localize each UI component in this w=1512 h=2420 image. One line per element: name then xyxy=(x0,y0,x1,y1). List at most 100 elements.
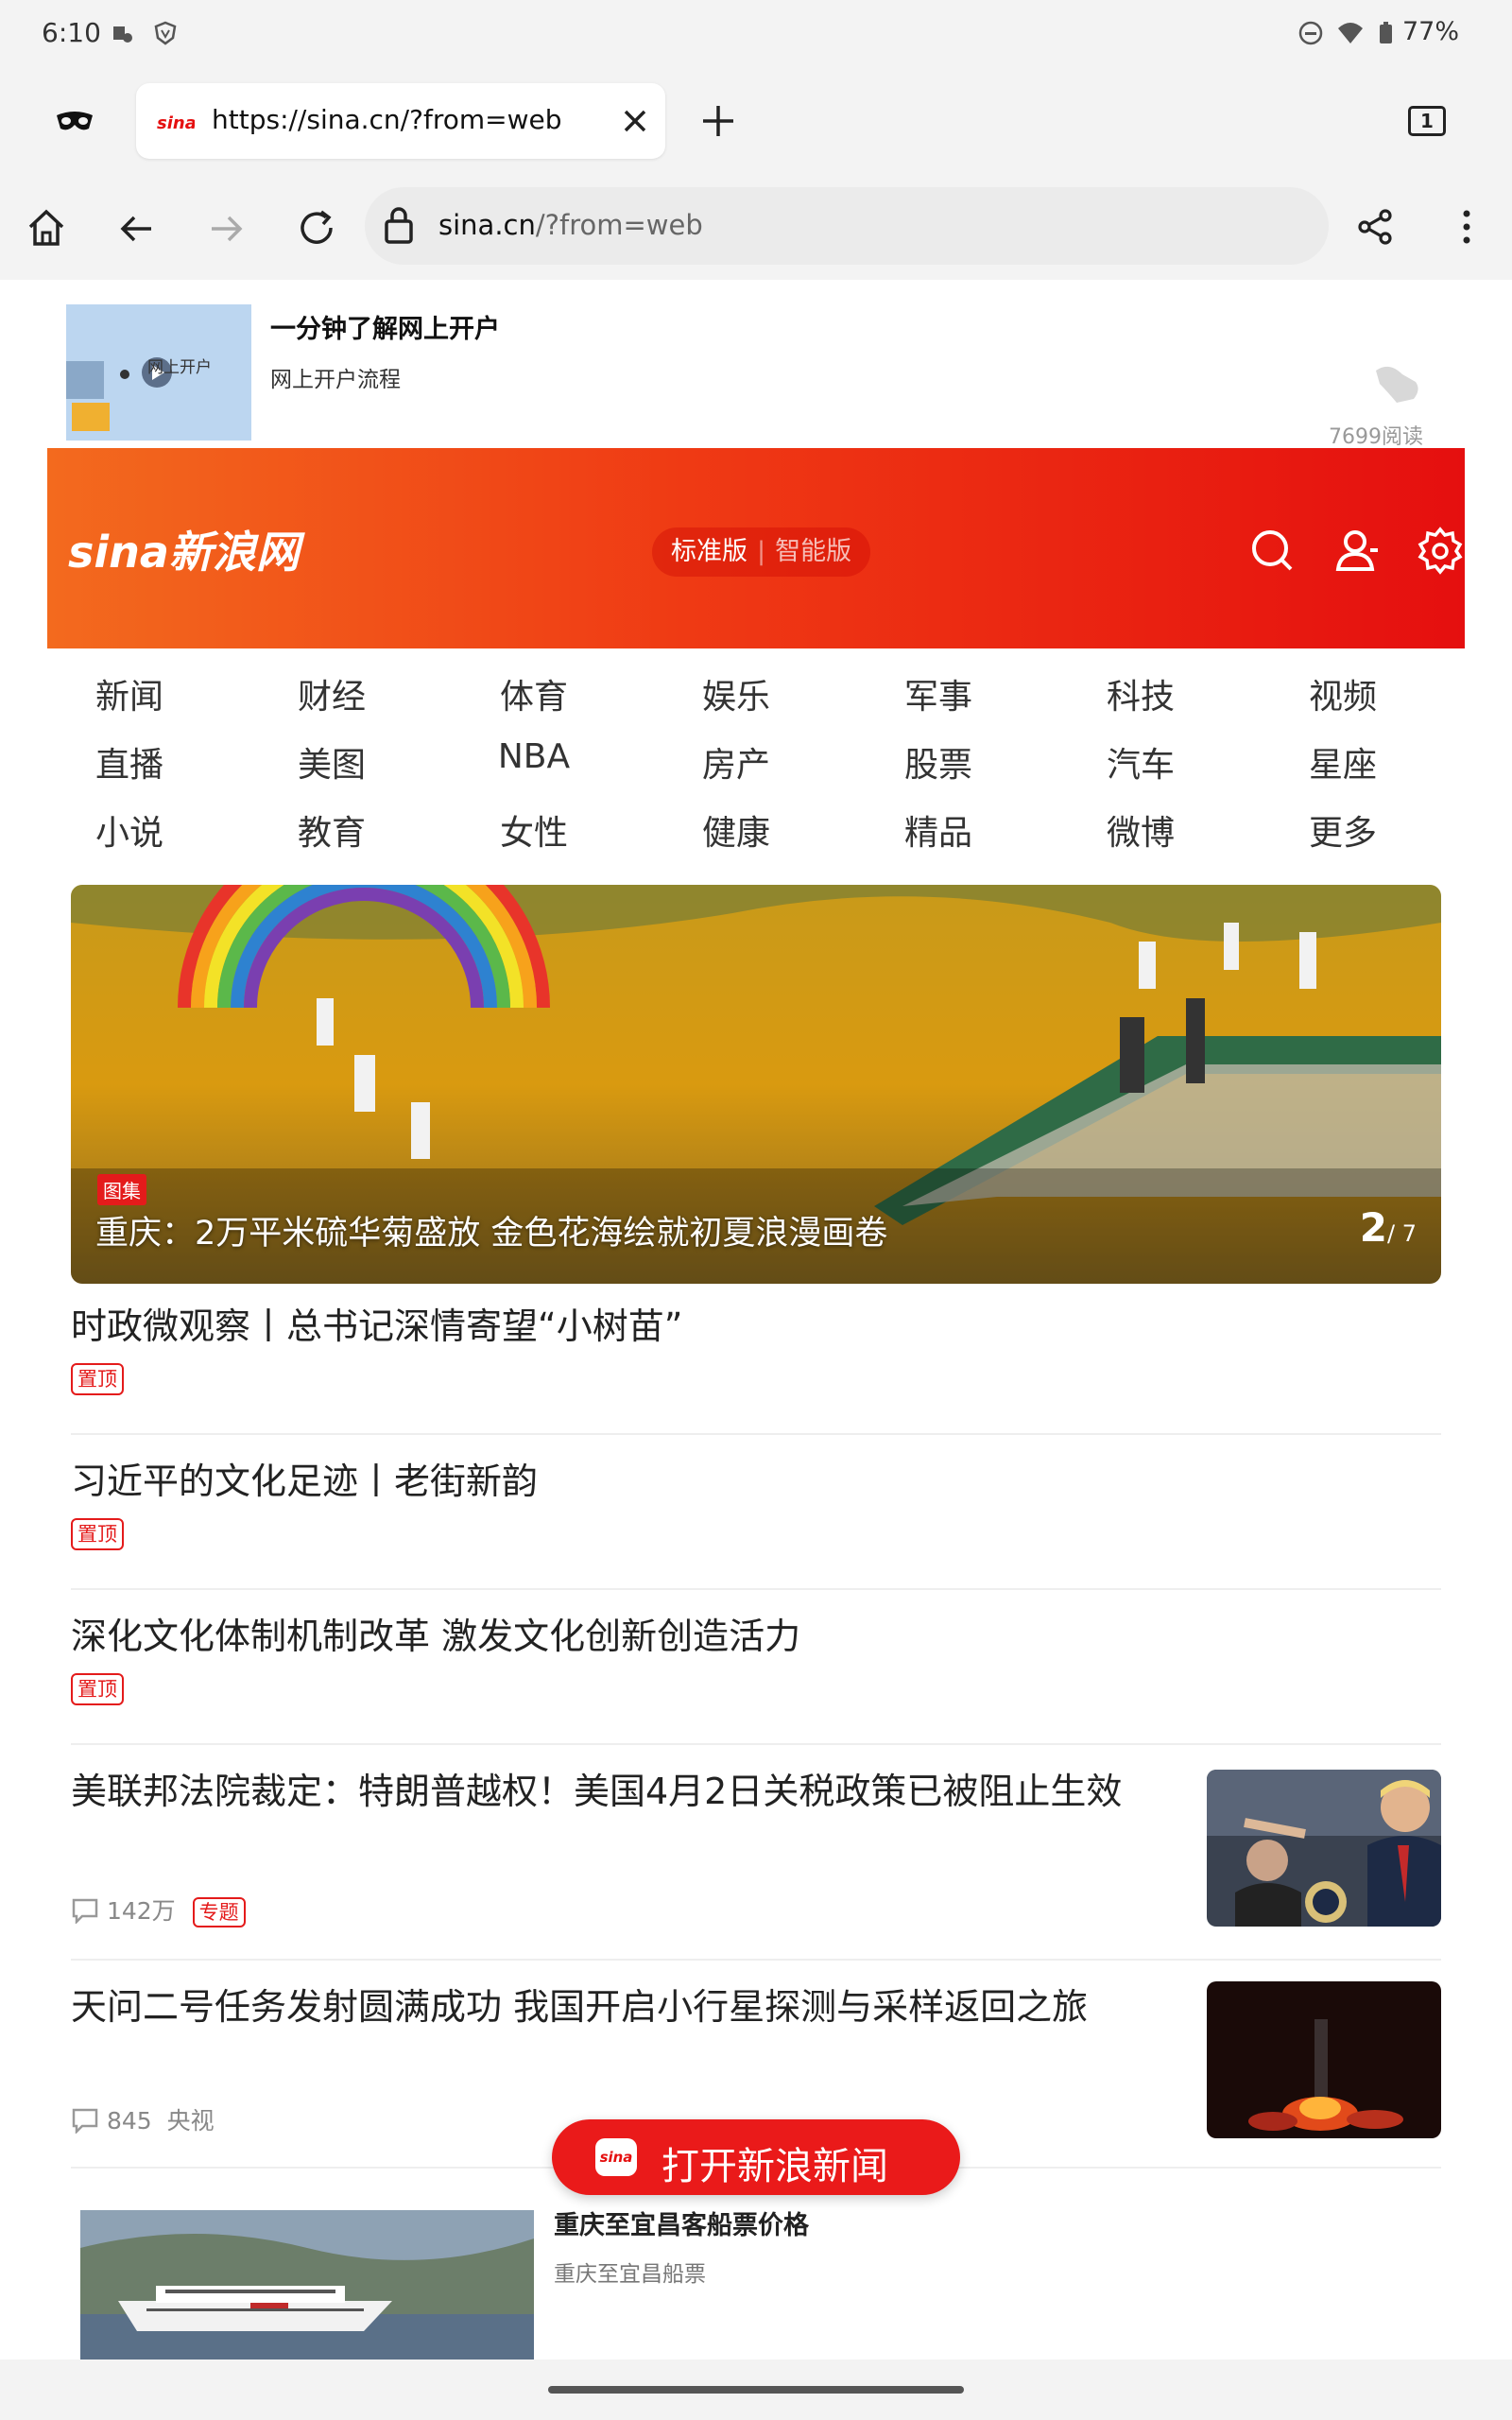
address-bar: sina.cn/?from=web xyxy=(0,174,1512,280)
status-bar: 6:10 77% xyxy=(0,0,1512,68)
share-icon[interactable] xyxy=(1355,206,1397,248)
ad-card-bottom[interactable]: 重庆至宜昌客船票价格 重庆至宜昌船票 xyxy=(47,2189,1465,2360)
url-host: sina.cn xyxy=(438,209,536,241)
ad-bottom-thumbnail xyxy=(80,2210,534,2360)
wifi-icon xyxy=(1338,23,1363,43)
channel-item[interactable]: 科技 xyxy=(1079,669,1202,718)
settings-gear-icon[interactable] xyxy=(1416,526,1465,575)
tab-strip: sina https://sina.cn/?from=web 1 xyxy=(0,68,1512,174)
comment-icon xyxy=(72,1898,98,1926)
news-headline[interactable]: 深化文化体制机制改革 激发文化创新创造活力 xyxy=(71,1609,1441,1664)
close-tab-icon[interactable] xyxy=(618,104,652,138)
news-headline[interactable]: 美联邦法院裁定：特朗普越权！美国4月2日关税政策已被阻止生效 xyxy=(71,1764,1167,1819)
hero-caption[interactable]: 重庆：2万平米硫华菊盛放 金色花海绘就初夏浪漫画卷 xyxy=(95,1206,887,1254)
reload-icon[interactable] xyxy=(295,206,338,250)
dnd-icon xyxy=(1298,21,1323,45)
back-icon[interactable] xyxy=(115,208,157,250)
tab-switcher-button[interactable]: 1 xyxy=(1408,106,1446,136)
ad-title: 一分钟了解网上开户 xyxy=(270,315,500,344)
clock: 6:10 xyxy=(42,17,101,48)
mode-standard-tab[interactable]: 标准版 xyxy=(671,537,747,566)
ad-read-count: 7699阅读 xyxy=(1329,425,1423,449)
hero-pager: 2/ 7 xyxy=(1360,1204,1417,1251)
channel-item[interactable]: 汽车 xyxy=(1079,737,1202,786)
channel-item[interactable]: 新闻 xyxy=(68,669,191,718)
pinned-tag: 置顶 xyxy=(71,1673,124,1705)
news-headline[interactable]: 时政微观察丨总书记深情寄望“小树苗” xyxy=(71,1299,1441,1354)
forward-icon[interactable] xyxy=(206,208,248,250)
pinned-tag: 置顶 xyxy=(71,1518,124,1550)
ad-hand-icon xyxy=(1376,366,1418,403)
channel-item[interactable]: 直播 xyxy=(68,737,191,786)
channel-item[interactable]: 视频 xyxy=(1281,669,1404,718)
url-path: /?from=web xyxy=(535,209,703,241)
incognito-icon[interactable] xyxy=(53,102,96,140)
channel-item[interactable]: 教育 xyxy=(270,805,393,855)
hero-slideshow[interactable]: 图集 重庆：2万平米硫华菊盛放 金色花海绘就初夏浪漫画卷 2/ 7 xyxy=(71,885,1441,1284)
news-thumbnail[interactable] xyxy=(1207,1770,1441,1927)
sina-favicon-icon: sina xyxy=(157,113,195,133)
comment-count: 845 xyxy=(106,2107,152,2135)
hero-badge: 图集 xyxy=(97,1174,146,1205)
open-app-label: 打开新浪新闻 xyxy=(662,2145,888,2188)
mode-switch[interactable]: 标准版 | 智能版 xyxy=(652,527,871,577)
news-photo xyxy=(1207,1770,1441,1927)
channel-item[interactable]: 军事 xyxy=(877,669,1000,718)
news-thumbnail[interactable] xyxy=(1207,1981,1441,2138)
ad-thumbnail: 网上开户 xyxy=(66,304,251,441)
ad-bottom-title: 重庆至宜昌客船票价格 xyxy=(554,2211,809,2240)
mode-smart-tab[interactable]: 智能版 xyxy=(775,537,851,566)
more-options-icon[interactable] xyxy=(1453,206,1480,248)
sina-app-icon-text: sina xyxy=(599,2149,633,2166)
news-source: 央视 xyxy=(166,2107,215,2135)
channel-item[interactable]: 微博 xyxy=(1079,805,1202,855)
channel-item[interactable]: 股票 xyxy=(877,737,1000,786)
active-tab[interactable]: sina https://sina.cn/?from=web xyxy=(136,83,665,159)
channel-item[interactable]: 体育 xyxy=(472,669,595,718)
news-item[interactable]: 深化文化体制机制改革 激发文化创新创造活力 置顶 xyxy=(71,1609,1441,1745)
channel-nav: 新闻 财经 体育 娱乐 军事 科技 视频 直播 美图 NBA 房产 股票 汽车 … xyxy=(47,650,1465,896)
channel-item[interactable]: NBA xyxy=(472,737,595,776)
hero-page: 2 xyxy=(1359,1204,1388,1251)
channel-item[interactable]: 娱乐 xyxy=(675,669,798,718)
news-headline[interactable]: 习近平的文化足迹丨老街新韵 xyxy=(71,1454,1441,1509)
mode-separator: | xyxy=(757,537,766,566)
channel-item[interactable]: 房产 xyxy=(675,737,798,786)
open-app-button[interactable]: sina 打开新浪新闻 xyxy=(552,2119,960,2195)
ad-card-top[interactable]: 网上开户 一分钟了解网上开户 网上开户流程 7699阅读 xyxy=(47,280,1465,450)
sina-logo[interactable]: sina新浪网 xyxy=(68,518,300,580)
hero-total: / 7 xyxy=(1387,1220,1417,1247)
channel-item[interactable]: 美图 xyxy=(270,737,393,786)
news-item[interactable]: 美联邦法院裁定：特朗普越权！美国4月2日关税政策已被阻止生效 142万 专题 xyxy=(71,1764,1441,1961)
user-icon[interactable] xyxy=(1332,526,1382,575)
tab-url: https://sina.cn/?from=web xyxy=(212,104,562,135)
ad-subtitle: 网上开户流程 xyxy=(270,368,401,392)
news-headline[interactable]: 天问二号任务发射圆满成功 我国开启小行星探测与采样返回之旅 xyxy=(71,1979,1167,2034)
channel-item[interactable]: 精品 xyxy=(877,805,1000,855)
battery-level: 77% xyxy=(1401,17,1459,46)
ad-bottom-subtitle: 重庆至宜昌船票 xyxy=(554,2262,706,2287)
home-indicator[interactable] xyxy=(548,2386,964,2394)
web-content: 网上开户 一分钟了解网上开户 网上开户流程 7699阅读 sina新浪网 标准版… xyxy=(47,280,1465,2360)
site-header: sina新浪网 标准版 | 智能版 xyxy=(47,448,1465,648)
topic-tag: 专题 xyxy=(192,1897,246,1927)
home-icon[interactable] xyxy=(25,206,68,250)
news-photo xyxy=(1207,1981,1441,2138)
comment-count: 142万 xyxy=(106,1897,176,1925)
news-item[interactable]: 时政微观察丨总书记深情寄望“小树苗” 置顶 xyxy=(71,1299,1441,1435)
ship-photo xyxy=(80,2210,534,2360)
tab-count: 1 xyxy=(1420,110,1434,132)
lock-icon[interactable] xyxy=(382,204,416,246)
url-field[interactable]: sina.cn/?from=web xyxy=(365,187,1329,265)
svg-text:sina: sina xyxy=(157,113,195,133)
shield-icon xyxy=(154,21,177,45)
search-icon[interactable] xyxy=(1247,526,1297,575)
channel-item[interactable]: 小说 xyxy=(68,805,191,855)
channel-item[interactable]: 更多 xyxy=(1281,805,1404,855)
channel-item[interactable]: 财经 xyxy=(270,669,393,718)
news-item[interactable]: 习近平的文化足迹丨老街新韵 置顶 xyxy=(71,1454,1441,1590)
channel-item[interactable]: 健康 xyxy=(675,805,798,855)
channel-item[interactable]: 女性 xyxy=(472,805,595,855)
new-tab-icon[interactable] xyxy=(699,102,737,140)
channel-item[interactable]: 星座 xyxy=(1281,737,1404,786)
